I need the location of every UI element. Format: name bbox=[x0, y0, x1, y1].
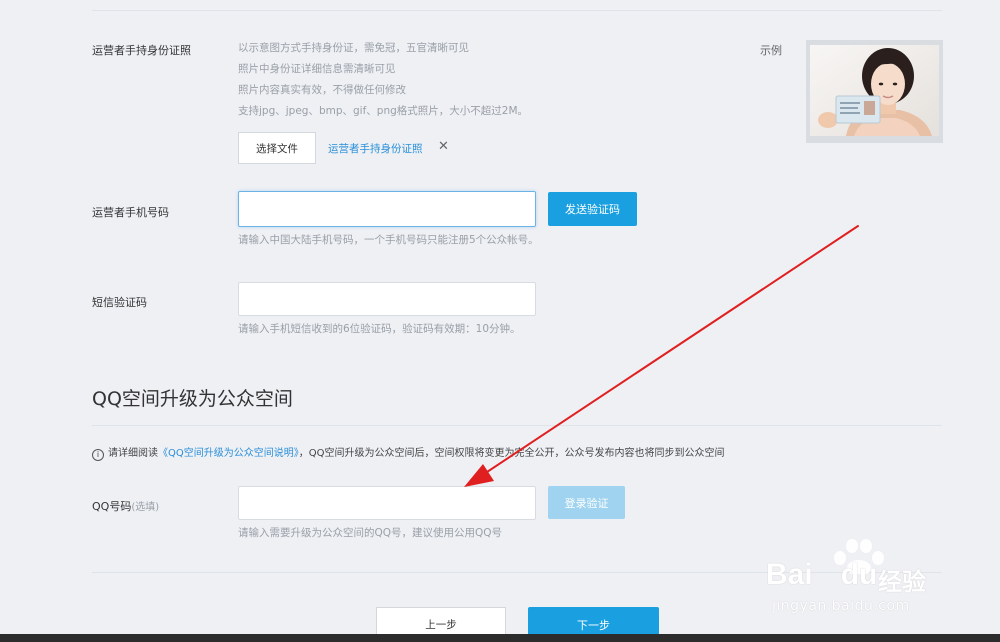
watermark-brand-du: du bbox=[840, 558, 878, 591]
bottom-bar bbox=[0, 634, 1000, 642]
baidu-jingyan-watermark: Bai du 经验 jingyan.baidu.com bbox=[766, 534, 956, 624]
watermark-brand: Bai du bbox=[766, 558, 877, 592]
watermark-brand-bai: Bai bbox=[766, 558, 813, 591]
watermark-url: jingyan.baidu.com bbox=[772, 598, 910, 614]
watermark-jingyan: 经验 bbox=[878, 568, 926, 596]
